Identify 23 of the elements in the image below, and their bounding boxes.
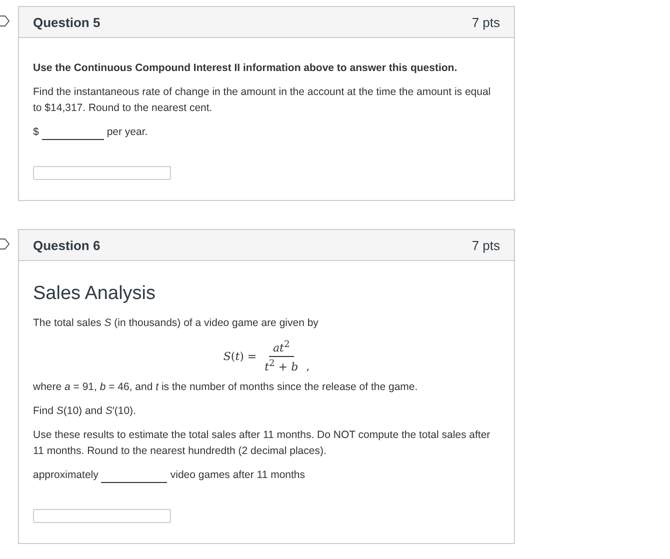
answer-field[interactable] [33, 509, 171, 524]
section-heading: Sales Analysis [33, 283, 157, 305]
question-text: Use these results to estimate the total sales after 11 months. Do NOT compute the total sales after 11 months. Round to the nearest hundredth (2 decimal places). [33, 428, 492, 460]
question-points: 7 pts [472, 238, 500, 252]
bookmark-icon[interactable] [0, 238, 10, 250]
question-text: where a = 91, b = 46, and t is the number of months since the release of the game. [33, 380, 419, 396]
formula-punctuation: , [306, 360, 310, 374]
question-text: Find the instantaneous rate of change in the amount in the account at the time the amount is equal to $14,317. Round to the nearest cent. [33, 85, 492, 116]
formula-numerator: at$^{2}$ [268, 339, 294, 357]
question-text: Find S(10) and S′(10). [33, 404, 137, 420]
formula-lhs: S(t) = [223, 350, 257, 363]
blank-suffix: per year. [106, 125, 148, 140]
question-title: Question 6 [33, 238, 100, 252]
question-text: The total sales S (in thousands) of a video game are given by [33, 316, 320, 331]
bookmark-icon[interactable] [0, 15, 10, 27]
formula-denominator: t$^{2}$ + b [264, 356, 300, 374]
blank-suffix: video games after 11 months [170, 468, 306, 484]
instruction-text: Use the Continuous Compound Interest II information above to answer this question. [33, 61, 458, 76]
question-title: Question 5 [33, 14, 100, 30]
question-points: 7 pts [472, 14, 500, 30]
answer-field[interactable] [33, 166, 171, 180]
blank-prefix: $ [33, 125, 39, 140]
blank-prefix: approximately [33, 468, 98, 484]
